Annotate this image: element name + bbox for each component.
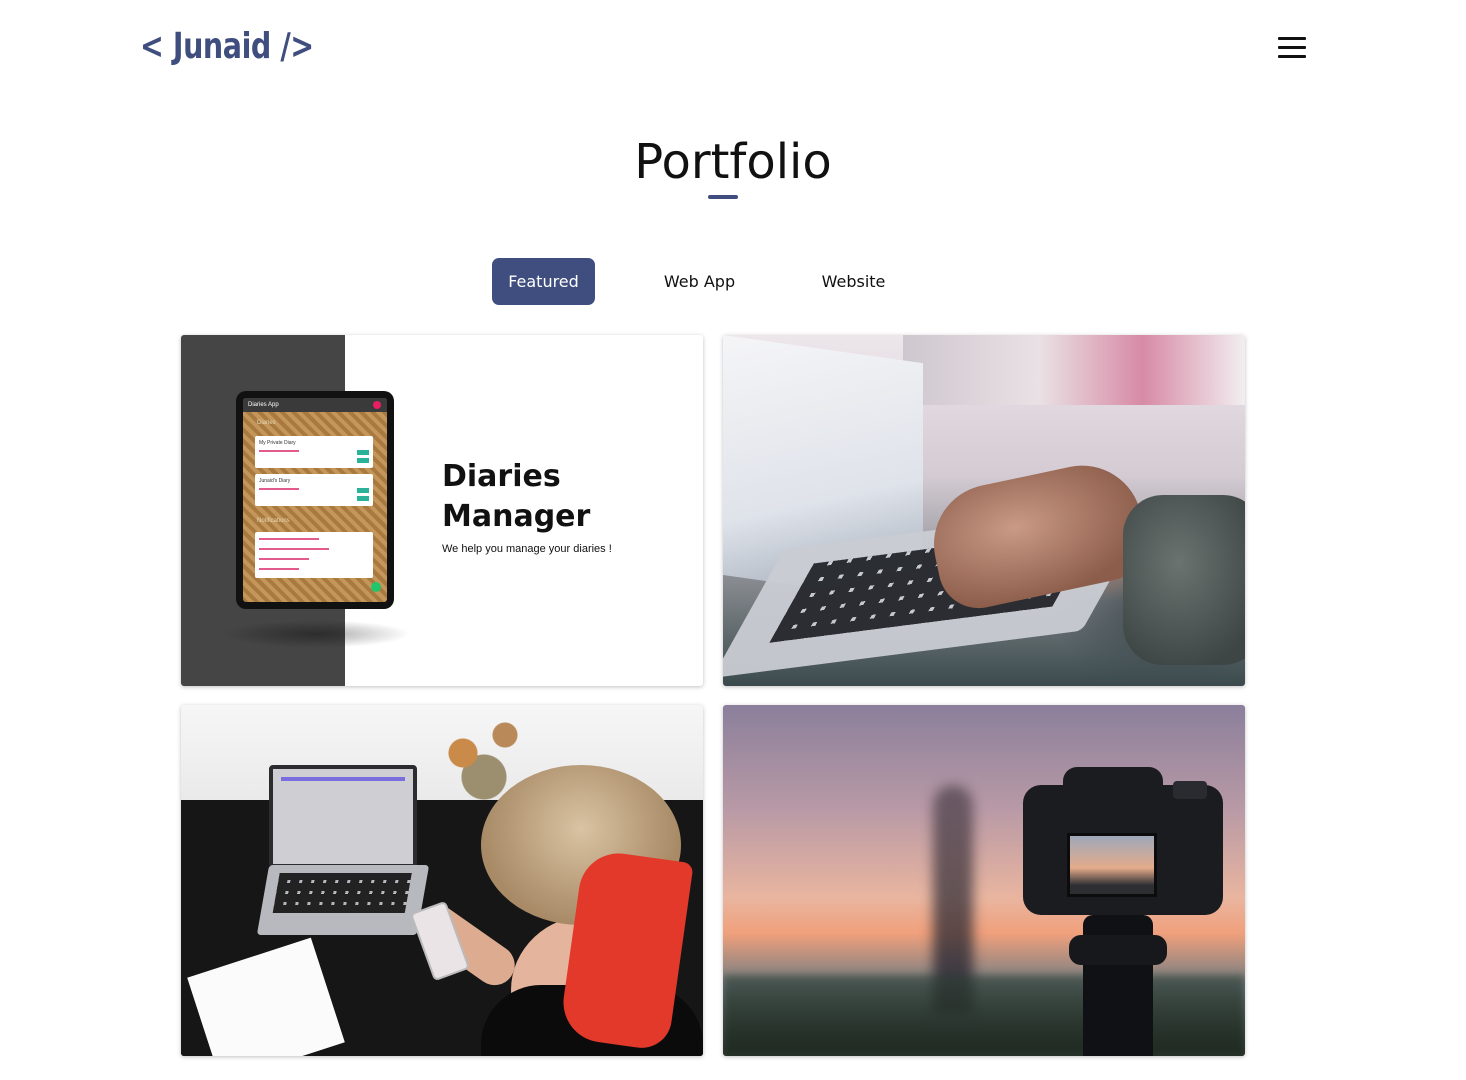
notifications-panel	[255, 532, 373, 578]
notification-line	[259, 538, 319, 540]
notifications-label: Notifications	[257, 518, 290, 524]
menu-bar	[1278, 37, 1306, 40]
card-subtitle: We help you manage your diaries !	[442, 543, 612, 555]
add-icon	[371, 582, 381, 592]
avatar-dot	[373, 401, 381, 409]
laptop-base	[256, 865, 430, 935]
portfolio-filter-tabs: Featured Web App Website	[0, 258, 1466, 305]
diaries-label: Diaries	[257, 420, 276, 426]
diary-item-meta	[259, 450, 299, 452]
portfolio-card-woman-phone[interactable]	[181, 705, 703, 1056]
background-monitor	[903, 335, 1245, 405]
tripod	[1069, 915, 1167, 1056]
card-heading-line: Diaries	[442, 459, 561, 494]
diary-item-meta	[259, 488, 299, 490]
diary-item-button	[357, 450, 369, 455]
menu-bar	[1278, 46, 1306, 49]
typing-hand	[922, 454, 1154, 616]
card-heading-line: Manager	[442, 499, 591, 534]
tablet-screen: Diaries App Diaries My Private Diary Jun…	[243, 398, 387, 602]
portfolio-card-diaries-manager[interactable]: Diaries App Diaries My Private Diary Jun…	[181, 335, 703, 686]
sweater-sleeve	[1123, 495, 1245, 665]
laptop-ui-bar	[281, 777, 405, 781]
diary-item: My Private Diary	[255, 436, 373, 468]
notification-line	[259, 548, 329, 550]
diary-item-title: My Private Diary	[259, 440, 296, 446]
blurred-city	[723, 975, 1245, 1056]
laptop-display	[269, 765, 417, 868]
app-bar: Diaries App	[243, 398, 387, 412]
laptop-keyboard	[272, 873, 412, 913]
tab-website[interactable]: Website	[802, 258, 905, 305]
tablet-shadow	[221, 620, 411, 648]
portfolio-card-camera-sunset[interactable]	[723, 705, 1245, 1056]
title-underline	[708, 195, 738, 199]
menu-bar	[1278, 55, 1306, 58]
camera-lcd-screen	[1067, 833, 1157, 897]
notification-line	[259, 568, 299, 570]
camera	[1023, 767, 1223, 915]
diary-item: Junaid's Diary	[255, 474, 373, 506]
tablet-mockup: Diaries App Diaries My Private Diary Jun…	[236, 391, 394, 609]
notification-line	[259, 558, 309, 560]
diary-item-title: Junaid's Diary	[259, 478, 291, 484]
diary-item-button	[357, 496, 369, 501]
site-logo[interactable]: < Junaid />	[140, 26, 314, 67]
hamburger-menu-icon[interactable]	[1278, 37, 1306, 61]
diary-item-button	[357, 488, 369, 493]
portfolio-card-laptop-typing[interactable]	[723, 335, 1245, 686]
diary-item-button	[357, 458, 369, 463]
page-title: Portfolio	[634, 134, 832, 190]
camera-viewfinder	[1063, 767, 1163, 807]
tab-web-app[interactable]: Web App	[648, 258, 751, 305]
tab-featured[interactable]: Featured	[492, 258, 595, 305]
card-heading: Diaries Manager	[442, 457, 590, 537]
camera-dial	[1173, 781, 1207, 799]
